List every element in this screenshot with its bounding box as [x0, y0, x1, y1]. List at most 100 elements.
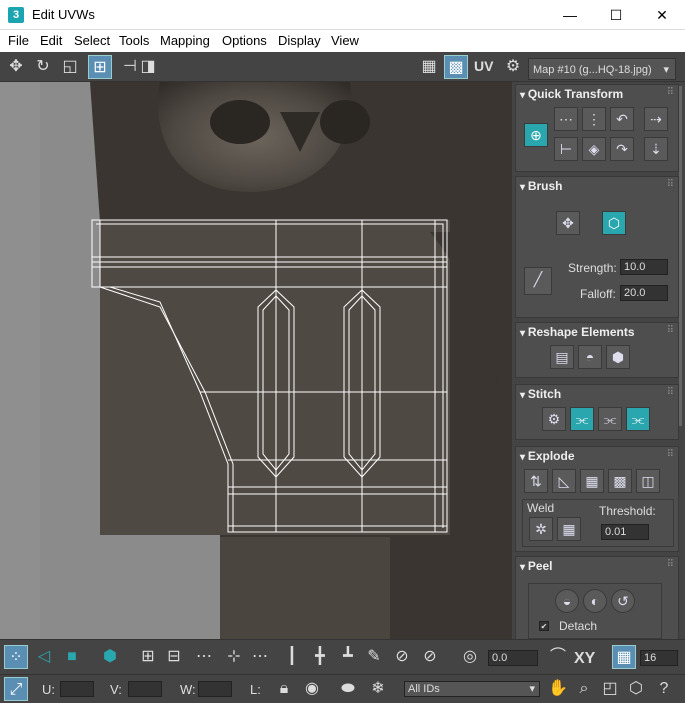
align-corner-icon[interactable]: ⊢ — [554, 137, 578, 161]
space-vertical-icon[interactable]: ⇣ — [644, 137, 668, 161]
grip-icon[interactable]: ⠿ — [667, 325, 674, 336]
loop-grow-icon[interactable]: ⊹ — [222, 645, 246, 669]
detach-edge-icon[interactable]: ◺ — [552, 469, 576, 493]
rotate-icon[interactable]: ↻ — [31, 55, 55, 79]
falloff-input[interactable]: 20.0 — [620, 285, 668, 301]
stitch-average-icon[interactable]: ⫘ — [598, 407, 622, 431]
xy-label[interactable]: XY — [574, 650, 595, 668]
zoom-extents-icon[interactable]: ⬡ — [624, 677, 648, 701]
element-mode-icon[interactable]: ⬢ — [98, 645, 122, 669]
loop-icon[interactable]: ⋯ — [192, 645, 216, 669]
u-input[interactable] — [60, 681, 94, 697]
panel-scrollbar[interactable] — [679, 86, 682, 426]
map-settings-icon[interactable]: ⚙ — [501, 55, 525, 79]
shrink-selection-icon[interactable]: ⊟ — [162, 645, 186, 669]
quick-peel-icon[interactable]: ◒ — [555, 589, 579, 613]
explode-title[interactable]: Explode — [520, 449, 575, 463]
explode-checker-icon[interactable]: ▩ — [608, 469, 632, 493]
menu-view[interactable]: View — [331, 33, 359, 48]
grow-selection-icon[interactable]: ⊞ — [136, 645, 160, 669]
uv-editor-viewport[interactable] — [0, 82, 512, 639]
ring-icon[interactable]: ⋯ — [248, 645, 272, 669]
relax-until-flat-icon[interactable]: ◓ — [578, 345, 602, 369]
grip-icon[interactable]: ⠿ — [667, 387, 674, 398]
strength-input[interactable]: 10.0 — [620, 259, 668, 275]
falloff-curve-icon[interactable]: ⌒ — [546, 645, 570, 669]
v-input[interactable] — [128, 681, 162, 697]
weld-target-icon[interactable]: ▦ — [557, 517, 581, 541]
menu-select[interactable]: Select — [74, 33, 110, 48]
flip-icon[interactable]: ◨ — [136, 55, 160, 79]
ring-single-icon[interactable]: ┃ — [280, 645, 304, 669]
peel-mode-icon[interactable]: ◐ — [583, 589, 607, 613]
grid-size-input[interactable]: 16 — [640, 650, 678, 666]
maximize-button[interactable]: ☐ — [593, 0, 639, 30]
ids-select[interactable]: All IDs ▾ — [404, 681, 540, 697]
reshape-title[interactable]: Reshape Elements — [520, 325, 635, 339]
paint-grow-icon[interactable]: ⊘ — [390, 645, 414, 669]
texture-checker-icon[interactable]: ▩ — [444, 55, 468, 79]
vertex-mode-icon[interactable]: ⁘ — [4, 645, 28, 669]
menu-options[interactable]: Options — [222, 33, 267, 48]
peel-reset-icon[interactable]: ↺ — [611, 589, 635, 613]
stitch-custom-icon[interactable]: ⚙ — [542, 407, 566, 431]
align-vertical-icon[interactable]: ⋮ — [582, 107, 606, 131]
help-icon[interactable]: ? — [652, 677, 676, 701]
menu-edit[interactable]: Edit — [40, 33, 62, 48]
break-icon[interactable]: ⇅ — [524, 469, 548, 493]
scale-icon[interactable]: ◱ — [58, 55, 82, 79]
brush-title[interactable]: Brush — [520, 179, 563, 193]
ring-shrink-icon[interactable]: ┻ — [336, 645, 360, 669]
rotate-cw-icon[interactable]: ↷ — [610, 137, 634, 161]
relax-brush-icon[interactable]: ⬡ — [602, 211, 626, 235]
menu-file[interactable]: File — [8, 33, 29, 48]
uv-label[interactable]: UV — [474, 58, 493, 74]
paint-select-icon[interactable]: ✎ — [362, 645, 386, 669]
visibility-icon[interactable]: ◉ — [300, 677, 324, 701]
select-element-icon[interactable]: ⊕ — [524, 123, 548, 147]
map-select[interactable]: Map #10 (g...HQ-18.jpg) ▾ — [528, 58, 676, 80]
zoom-region-icon[interactable]: ◰ — [598, 677, 622, 701]
grip-icon[interactable]: ⠿ — [667, 449, 674, 460]
space-horizontal-icon[interactable]: ⇢ — [644, 107, 668, 131]
offset-input[interactable]: 0.0 — [488, 650, 538, 666]
menu-mapping[interactable]: Mapping — [160, 33, 210, 48]
paint-move-icon[interactable]: ✥ — [556, 211, 580, 235]
ring-grow-icon[interactable]: ╋ — [308, 645, 332, 669]
freeform-icon[interactable]: ⊞ — [88, 55, 112, 79]
threshold-input[interactable]: 0.01 — [601, 524, 649, 540]
paint-shrink-icon[interactable]: ⊘ — [418, 645, 442, 669]
grid-snap-icon[interactable]: ▦ — [612, 645, 636, 669]
polygon-mode-icon[interactable]: ■ — [60, 645, 84, 669]
brush-curve-icon[interactable]: ╱ — [524, 267, 552, 295]
freeze-icon[interactable]: ❄ — [366, 677, 390, 701]
edge-mode-icon[interactable]: ◁ — [32, 645, 56, 669]
minimize-button[interactable]: — — [547, 0, 593, 30]
weld-selected-icon[interactable]: ✲ — [529, 517, 553, 541]
straighten-icon[interactable]: ◈ — [582, 137, 606, 161]
flatten-icon[interactable]: ▦ — [580, 469, 604, 493]
menu-tools[interactable]: Tools — [119, 33, 149, 48]
lock-icon[interactable]: 🔒︎ — [272, 677, 296, 701]
hide-icon[interactable]: ⬬ — [336, 677, 360, 701]
close-button[interactable]: ✕ — [639, 0, 685, 30]
uv-canvas[interactable] — [0, 82, 512, 639]
menu-display[interactable]: Display — [278, 33, 321, 48]
straighten-selection-icon[interactable]: ▤ — [550, 345, 574, 369]
grip-icon[interactable]: ⠿ — [667, 179, 674, 190]
move-icon[interactable]: ✥ — [4, 55, 28, 79]
detach-checkbox[interactable]: ✔ — [539, 621, 549, 631]
stitch-target-icon[interactable]: ⫘ — [570, 407, 594, 431]
stitch-title[interactable]: Stitch — [520, 387, 561, 401]
pan-icon[interactable]: ✋ — [546, 677, 570, 701]
align-horizontal-icon[interactable]: ⋯ — [554, 107, 578, 131]
soft-selection-icon[interactable]: ◎ — [458, 645, 482, 669]
transform-mode-icon[interactable]: ⤢ — [4, 677, 28, 701]
w-input[interactable] — [198, 681, 232, 697]
quick-transform-title[interactable]: Quick Transform — [520, 87, 623, 101]
rotate-ccw-icon[interactable]: ↶ — [610, 107, 634, 131]
grip-icon[interactable]: ⠿ — [667, 559, 674, 570]
grip-icon[interactable]: ⠿ — [667, 87, 674, 98]
peel-title[interactable]: Peel — [520, 559, 553, 573]
stitch-source-icon[interactable]: ⫘ — [626, 407, 650, 431]
